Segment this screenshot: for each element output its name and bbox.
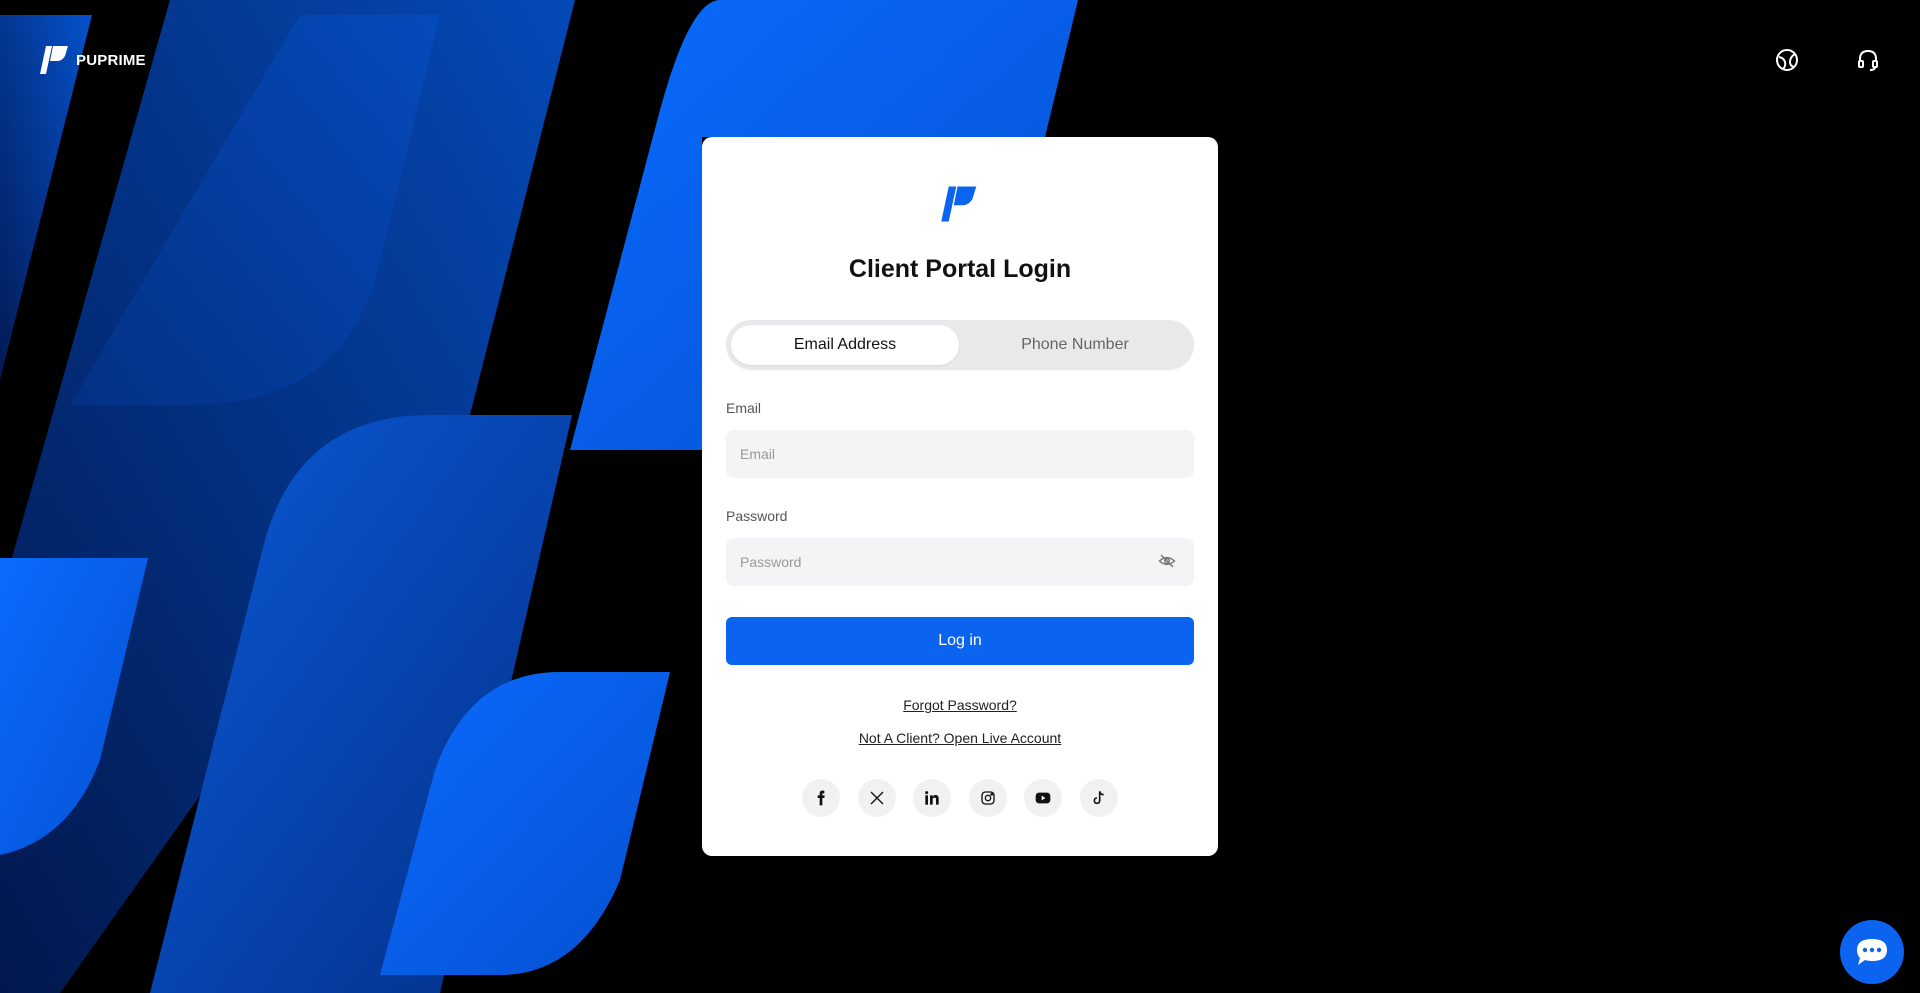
tab-phone-number[interactable]: Phone Number [961,325,1189,365]
password-label: Password [726,508,788,524]
login-method-tabs: Email Address Phone Number [726,320,1194,370]
facebook-icon[interactable] [802,779,840,817]
linkedin-icon[interactable] [913,779,952,817]
login-card: Client Portal Login Email Address Phone … [702,137,1218,856]
email-field[interactable] [726,446,1194,462]
open-account-link[interactable]: Not A Client? Open Live Account [702,730,1218,746]
password-field-wrapper [726,538,1194,586]
puprime-logo-icon [40,46,68,74]
email-field-wrapper [726,430,1194,478]
eye-off-icon[interactable] [1158,552,1176,575]
email-label: Email [726,400,762,416]
forgot-password-link[interactable]: Forgot Password? [702,697,1218,713]
tiktok-icon[interactable] [1079,779,1118,817]
password-field[interactable] [726,554,1194,570]
brand-logo[interactable]: PUPRIME [40,44,146,76]
youtube-icon[interactable] [1024,779,1063,817]
headset-icon[interactable] [1854,46,1882,74]
tab-email-address[interactable]: Email Address [731,325,959,365]
brand-name: PUPRIME [76,51,146,69]
page-title: Client Portal Login [848,255,1072,283]
login-button[interactable]: Log in [726,617,1194,665]
globe-icon[interactable] [1773,46,1801,74]
x-icon[interactable] [857,779,896,817]
social-links [802,779,1118,817]
instagram-icon[interactable] [968,779,1007,817]
chat-bubble-icon[interactable] [1840,920,1904,984]
puprime-logo-icon [941,186,977,222]
